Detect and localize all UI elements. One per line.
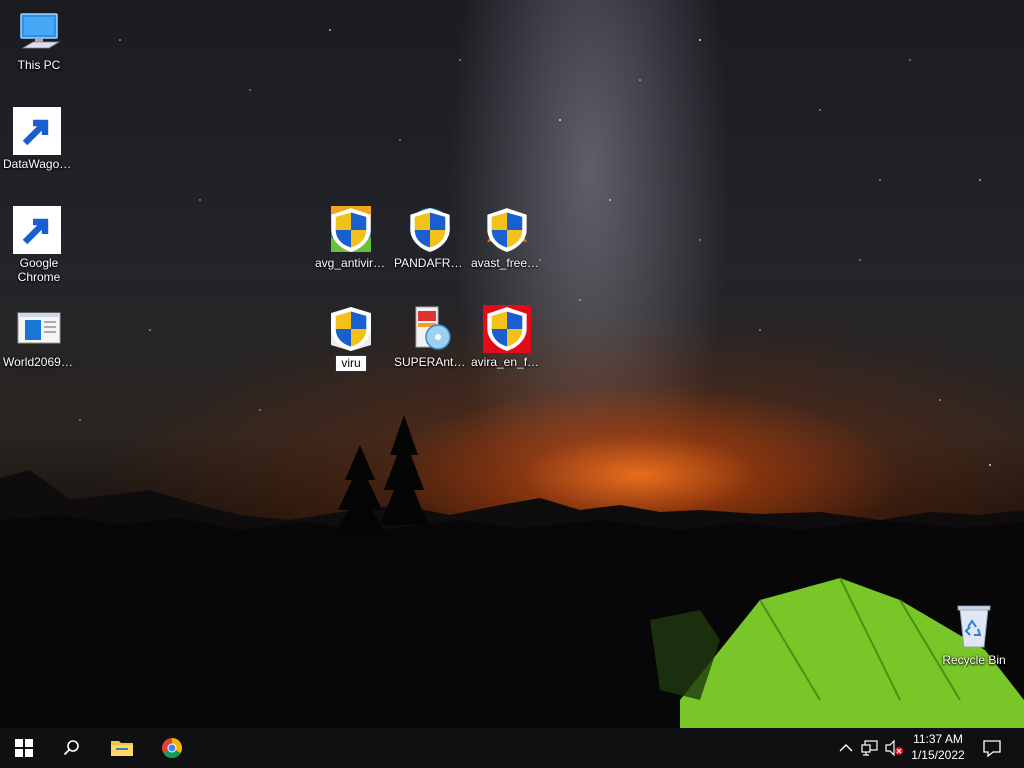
- desktop-icon-label: DataWagon...: [3, 157, 76, 171]
- desktop-icon-label: World2069D...: [3, 355, 77, 369]
- computer-icon: [15, 8, 63, 56]
- shortcut-arrow-icon: [13, 206, 61, 254]
- recycle-bin-icon: [950, 603, 998, 651]
- uac-shield-icon: [487, 307, 527, 351]
- desktop-icon-avira-installer[interactable]: avira_en_fro...: [469, 305, 545, 369]
- network-button[interactable]: [860, 738, 880, 758]
- shortcut-arrow-icon: [13, 107, 61, 155]
- desktop-icon-label: This PC: [17, 58, 61, 72]
- volume-button[interactable]: [884, 738, 904, 758]
- desktop-icon-label: avast_free_a...: [471, 256, 545, 270]
- network-icon: [861, 740, 878, 756]
- search-icon: [63, 740, 79, 756]
- uac-shield-icon: [487, 208, 527, 252]
- desktop-icon-avast-installer[interactable]: a avast_free_a...: [469, 206, 545, 270]
- chevron-up-icon: [839, 744, 853, 752]
- clock-time: 11:37 AM: [913, 732, 963, 746]
- notification-icon: [983, 740, 1001, 757]
- action-center-button[interactable]: [982, 738, 1002, 758]
- taskbar-chrome[interactable]: [148, 728, 196, 768]
- rename-input[interactable]: viru: [335, 355, 367, 372]
- search-button[interactable]: [48, 728, 96, 768]
- windows-start-icon: [15, 739, 33, 757]
- panda-installer-icon: [406, 206, 454, 254]
- uac-shield-icon: [331, 307, 371, 351]
- desktop-icon-label: Recycle Bin: [942, 653, 1006, 667]
- avg-installer-icon: [327, 206, 375, 254]
- desktop-icon-world2069[interactable]: World2069D...: [1, 305, 77, 369]
- desktop[interactable]: This PC DataWagon... Google Chrome World…: [0, 0, 1024, 728]
- folder-icon: [111, 741, 133, 756]
- desktop-icon-avg-installer[interactable]: avg_antiviru...: [313, 206, 389, 270]
- desktop-icon-label: avg_antiviru...: [315, 256, 389, 270]
- window-app-icon: [15, 305, 63, 353]
- taskbar: 11:37 AM 1/15/2022: [0, 728, 1024, 768]
- desktop-icon-label: avira_en_fro...: [471, 355, 545, 369]
- avira-installer-icon: [483, 305, 531, 353]
- desktop-icon-superantispyware-installer[interactable]: SUPERAnti...: [392, 305, 468, 369]
- desktop-icon-recycle-bin[interactable]: Recycle Bin: [936, 603, 1012, 667]
- desktop-icon-malwarebytes-installer[interactable]: viru: [313, 305, 389, 372]
- avast-installer-icon: a: [483, 206, 531, 254]
- datawagon-icon: [13, 107, 63, 155]
- desktop-icon-label: PANDAFRE...: [394, 256, 468, 270]
- volume-muted-icon: [885, 740, 903, 756]
- uac-shield-icon: [331, 208, 371, 252]
- chrome-icon: [13, 206, 63, 254]
- desktop-icon-datawagon[interactable]: DataWagon...: [1, 107, 77, 171]
- desktop-icon-panda-installer[interactable]: PANDAFRE...: [392, 206, 468, 270]
- start-button[interactable]: [0, 728, 48, 768]
- desktop-icon-this-pc[interactable]: This PC: [1, 8, 77, 72]
- malwarebytes-installer-icon: [327, 305, 375, 353]
- desktop-icon-google-chrome[interactable]: Google Chrome: [1, 206, 77, 284]
- clock[interactable]: 11:37 AM 1/15/2022: [906, 731, 970, 763]
- uac-shield-icon: [410, 208, 450, 252]
- desktop-icon-label: SUPERAnti...: [394, 355, 467, 369]
- clock-date: 1/15/2022: [911, 748, 965, 762]
- taskbar-file-explorer[interactable]: [98, 728, 146, 768]
- show-hidden-icons-button[interactable]: [836, 738, 856, 758]
- desktop-icon-label: Google Chrome: [17, 256, 61, 284]
- chrome-icon: [162, 738, 182, 758]
- superantispyware-installer-icon: [406, 305, 454, 353]
